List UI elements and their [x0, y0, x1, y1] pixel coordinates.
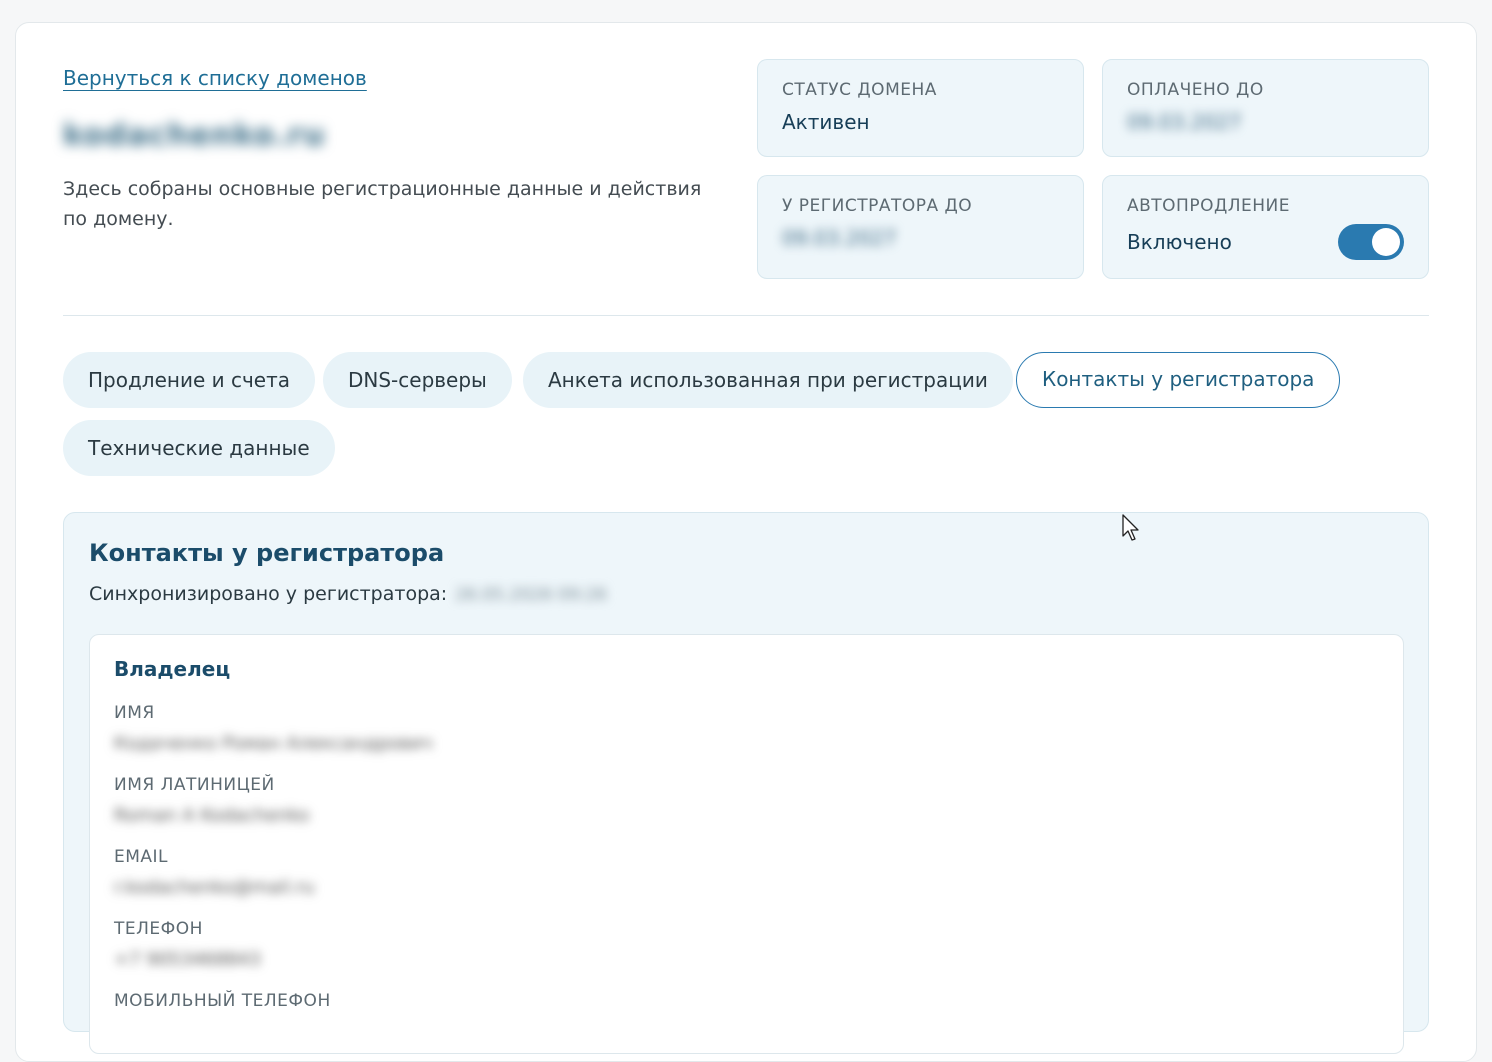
tab-renewal-and-invoices[interactable]: Продление и счета	[63, 352, 316, 408]
registrar-until-label: У РЕГИСТРАТОРА ДО	[782, 196, 973, 216]
registrar-until-value: 09.03.2027	[782, 226, 897, 250]
autorenew-label: АВТОПРОДЛЕНИЕ	[1127, 196, 1291, 216]
field-email-label: EMAIL	[114, 847, 169, 867]
status-value: Активен	[782, 110, 870, 134]
field-name: ИМЯ Кодаченко Роман Александрович	[114, 703, 433, 754]
panel-title: Контакты у регистратора	[89, 539, 445, 567]
field-mobile-label: МОБИЛЬНЫЙ ТЕЛЕФОН	[114, 991, 331, 1011]
tab-dns-servers[interactable]: DNS-серверы	[323, 352, 512, 408]
field-name-label: ИМЯ	[114, 703, 155, 723]
field-latin-name-label: ИМЯ ЛАТИНИЦЕЙ	[114, 775, 275, 795]
autorenew-toggle[interactable]	[1338, 224, 1404, 260]
field-name-value: Кодаченко Роман Александрович	[114, 733, 433, 754]
tab-registration-form[interactable]: Анкета использованная при регистрации	[523, 352, 1013, 408]
sync-row: Синхронизировано у регистратора: 26.05.20…	[89, 583, 607, 605]
paid-until-label: ОПЛАЧЕНО ДО	[1127, 80, 1264, 100]
autorenew-card: АВТОПРОДЛЕНИЕ Включено	[1102, 175, 1429, 279]
owner-title: Владелец	[114, 657, 231, 681]
field-latin-name: ИМЯ ЛАТИНИЦЕЙ Roman A Kodachenko	[114, 775, 309, 826]
contacts-panel: Контакты у регистратора Синхронизировано…	[63, 512, 1429, 1054]
field-latin-name-value: Roman A Kodachenko	[114, 805, 310, 826]
field-email-value: r.kodachenko@mail.ru	[114, 877, 315, 898]
tab-registrar-contacts[interactable]: Контакты у регистратора	[1016, 352, 1341, 408]
field-email: EMAIL r.kodachenko@mail.ru	[114, 847, 314, 898]
owner-card: Владелец ИМЯ Кодаченко Роман Александров…	[89, 634, 1404, 1054]
tab-technical-data[interactable]: Технические данные	[63, 420, 335, 476]
registrar-until-card: У РЕГИСТРАТОРА ДО 09.03.2027	[757, 175, 1084, 279]
field-phone-value: +7 9053468843	[114, 949, 261, 970]
toggle-knob	[1372, 228, 1400, 256]
field-phone-label: ТЕЛЕФОН	[114, 919, 203, 939]
mouse-cursor-icon	[1122, 514, 1139, 541]
back-to-domains-link[interactable]: Вернуться к списку доменов	[63, 66, 367, 90]
paid-until-value: 09.03.2027	[1127, 110, 1242, 134]
status-card: СТАТУС ДОМЕНА Активен	[757, 59, 1084, 157]
sync-value: 26.05.2026 09:26	[455, 585, 607, 605]
domain-name: kodachenko.ru	[63, 118, 326, 153]
paid-until-card: ОПЛАЧЕНО ДО 09.03.2027	[1102, 59, 1429, 157]
intro-text: Здесь собраны основные регистрационные д…	[63, 178, 702, 230]
field-phone: ТЕЛЕФОН +7 9053468843	[114, 919, 261, 970]
status-label: СТАТУС ДОМЕНА	[782, 80, 937, 100]
sync-label: Синхронизировано у регистратора:	[89, 583, 448, 605]
divider	[63, 315, 1429, 316]
